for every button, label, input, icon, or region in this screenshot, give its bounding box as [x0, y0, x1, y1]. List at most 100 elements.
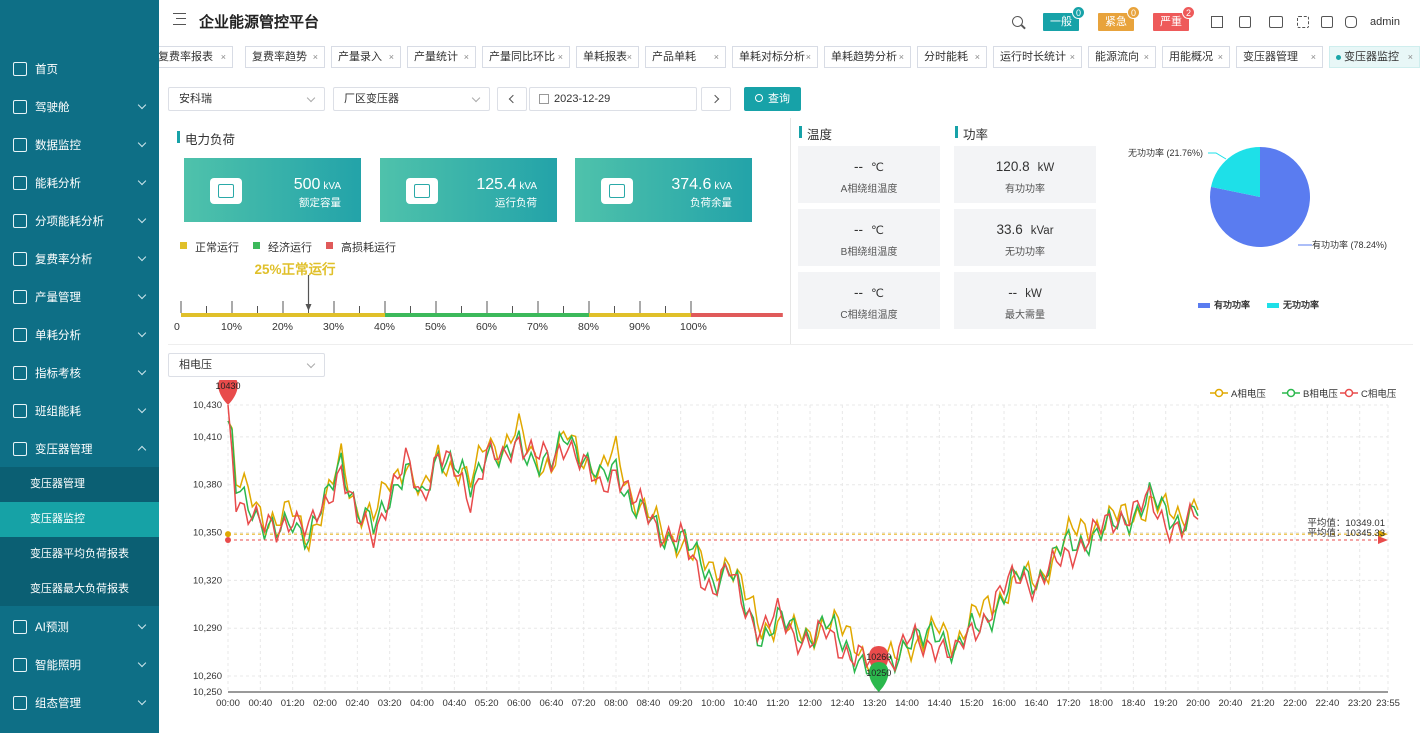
- close-icon[interactable]: ×: [1070, 47, 1075, 67]
- sidebar-item-label: 单耗分析: [35, 330, 81, 342]
- sidebar-item-label: 能耗分析: [35, 178, 81, 190]
- kpi-unit: kVA: [323, 181, 341, 192]
- next-date-button[interactable]: [701, 87, 731, 111]
- sidebar-item-1[interactable]: 驾驶舱: [0, 88, 159, 126]
- tab-14[interactable]: 变压器监控 ×: [1329, 46, 1420, 68]
- sub-item-transformer-manage[interactable]: 变压器管理: [0, 467, 159, 502]
- tab-8[interactable]: 单耗趋势分析 ×: [824, 46, 911, 68]
- close-icon[interactable]: ×: [1408, 47, 1413, 67]
- close-icon[interactable]: ×: [389, 47, 394, 67]
- sidebar-item-8[interactable]: 指标考核: [0, 354, 159, 392]
- tab-1[interactable]: 复费率趋势 ×: [245, 46, 325, 68]
- alarm-urgent-button[interactable]: 紧急 0: [1098, 6, 1140, 31]
- legend-label[interactable]: B相电压: [1303, 388, 1338, 400]
- sidebar-item-11[interactable]: AI预测: [0, 608, 159, 646]
- scale-segment: [691, 313, 783, 317]
- tile-unit: ℃: [871, 162, 884, 174]
- sub-item-avg-load-report[interactable]: 变压器平均负荷报表: [0, 537, 159, 572]
- sidebar-item-12[interactable]: 智能照明: [0, 646, 159, 684]
- x-tick-label: 18:40: [1121, 698, 1145, 709]
- close-icon[interactable]: ×: [714, 47, 719, 67]
- pie-legend-active[interactable]: 有功功率: [1214, 299, 1250, 310]
- translate-icon[interactable]: [1321, 16, 1333, 28]
- user-name[interactable]: admin: [1370, 16, 1400, 28]
- close-icon[interactable]: ×: [313, 47, 318, 67]
- close-icon[interactable]: ×: [899, 47, 904, 67]
- tab-10[interactable]: 运行时长统计 ×: [993, 46, 1082, 68]
- sidebar-item-9[interactable]: 班组能耗: [0, 392, 159, 430]
- prev-date-button[interactable]: [497, 87, 527, 111]
- y-tick-label: 10,350: [193, 528, 222, 539]
- search-icon: [755, 94, 763, 102]
- sidebar-item-6[interactable]: 产量管理: [0, 278, 159, 316]
- x-tick-label: 22:40: [1315, 698, 1339, 709]
- query-button[interactable]: 查询: [744, 87, 801, 111]
- close-icon[interactable]: ×: [1218, 47, 1223, 67]
- close-icon[interactable]: ×: [975, 47, 980, 67]
- tab-4[interactable]: 产量同比环比 ×: [482, 46, 570, 68]
- tab-0[interactable]: 复费率报表 ×: [159, 46, 233, 68]
- transformer-select[interactable]: 厂区变压器: [333, 87, 490, 111]
- close-icon[interactable]: ×: [1144, 47, 1149, 67]
- legend-label[interactable]: A相电压: [1231, 388, 1266, 400]
- sidebar-item-4[interactable]: 分项能耗分析: [0, 202, 159, 240]
- alarm-normal-button[interactable]: 一般 0: [1043, 6, 1085, 31]
- mute-icon[interactable]: [1211, 16, 1223, 28]
- fullscreen-icon[interactable]: [1297, 16, 1309, 28]
- sidebar-item-3[interactable]: 能耗分析: [0, 164, 159, 202]
- sub-item-transformer-monitor[interactable]: 变压器监控: [0, 502, 159, 537]
- theme-shirt-icon[interactable]: [1345, 16, 1357, 28]
- legend-dot: [1286, 388, 1296, 398]
- screen-icon[interactable]: [1269, 16, 1283, 28]
- kpi-value: 500: [293, 176, 321, 193]
- line-chart-icon: [13, 214, 27, 228]
- search-icon[interactable]: [1012, 16, 1023, 27]
- sidebar-item-label: 智能照明: [35, 660, 81, 672]
- tile-unit: kVar: [1030, 225, 1054, 237]
- home-icon: [13, 62, 27, 76]
- tab-3[interactable]: 产量统计 ×: [407, 46, 476, 68]
- x-tick-label: 20:00: [1186, 698, 1210, 709]
- legend-label[interactable]: C相电压: [1361, 388, 1397, 400]
- sub-item-max-load-report[interactable]: 变压器最大负荷报表: [0, 572, 159, 607]
- tab-13[interactable]: 变压器管理 ×: [1236, 46, 1323, 68]
- x-tick-label: 20:40: [1218, 698, 1242, 709]
- top-header: 企业能源管控平台 一般 0 紧急 0 严重 2 admin: [159, 0, 1420, 44]
- sidebar-item-2[interactable]: 数据监控: [0, 126, 159, 164]
- close-icon[interactable]: ×: [806, 47, 811, 67]
- tab-5[interactable]: 单耗报表 ×: [576, 46, 639, 68]
- close-icon[interactable]: ×: [464, 47, 469, 67]
- date-picker[interactable]: 2023-12-29: [529, 87, 697, 111]
- voltage-type-select[interactable]: 相电压: [168, 353, 325, 377]
- sidebar-item-7[interactable]: 单耗分析: [0, 316, 159, 354]
- menu-fold-icon[interactable]: [173, 13, 186, 25]
- close-icon[interactable]: ×: [558, 47, 563, 67]
- date-value: 2023-12-29: [554, 93, 611, 105]
- alarm-severe-button[interactable]: 严重 2: [1153, 6, 1195, 31]
- divider: [168, 344, 1413, 345]
- tab-7[interactable]: 单耗对标分析 ×: [732, 46, 818, 68]
- sidebar-item-10[interactable]: 变压器管理: [0, 430, 159, 468]
- layout-icon[interactable]: [1239, 16, 1251, 28]
- tab-12[interactable]: 用能概况 ×: [1162, 46, 1230, 68]
- chevron-down-icon: [137, 138, 147, 148]
- tile-unit: kW: [1025, 288, 1042, 300]
- pie-legend-reactive[interactable]: 无功功率: [1282, 299, 1319, 310]
- tab-9[interactable]: 分时能耗 ×: [917, 46, 987, 68]
- tab-6[interactable]: 产品单耗 ×: [645, 46, 726, 68]
- pie-legend-reactive-swatch: [1267, 303, 1279, 308]
- close-icon[interactable]: ×: [627, 47, 632, 67]
- close-icon[interactable]: ×: [1311, 47, 1316, 67]
- alarm-normal-label: 一般: [1050, 16, 1072, 28]
- x-tick-label: 05:20: [475, 698, 499, 709]
- sidebar-item-13[interactable]: 组态管理: [0, 684, 159, 722]
- tile-value: --: [1008, 285, 1018, 300]
- close-icon[interactable]: ×: [221, 47, 226, 67]
- tab-2[interactable]: 产量录入 ×: [331, 46, 401, 68]
- x-tick-label: 12:40: [830, 698, 854, 709]
- tab-11[interactable]: 能源流向 ×: [1088, 46, 1156, 68]
- sidebar-item-5[interactable]: 复费率分析: [0, 240, 159, 278]
- company-select[interactable]: 安科瑞: [168, 87, 325, 111]
- x-tick-label: 00:00: [216, 698, 240, 709]
- sidebar-item-0[interactable]: 首页: [0, 50, 159, 88]
